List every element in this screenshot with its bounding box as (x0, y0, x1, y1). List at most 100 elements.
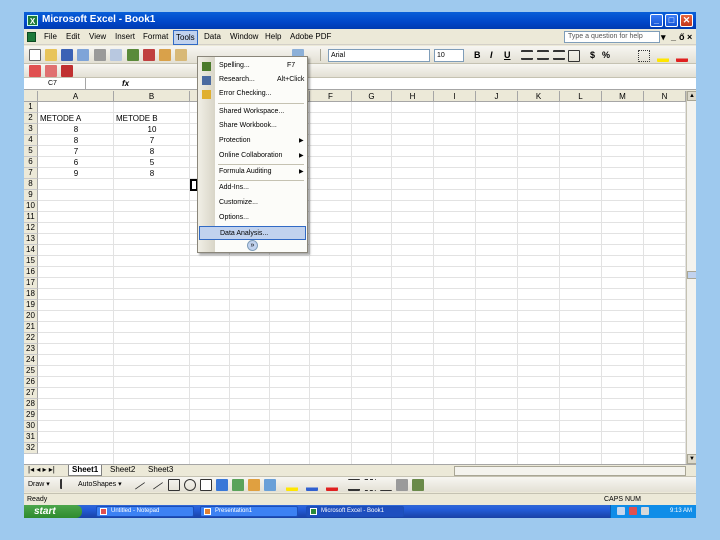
permission-icon[interactable] (77, 49, 89, 61)
menu-item-options[interactable]: Options... (199, 211, 306, 225)
print-preview-icon[interactable] (110, 49, 122, 61)
menu-item-add-ins[interactable]: Add-Ins... (199, 181, 306, 195)
row-header[interactable]: 7 (24, 168, 38, 179)
menu-item-research[interactable]: Research... Alt+Click (199, 73, 306, 87)
row-header[interactable]: 9 (24, 190, 38, 201)
arrow-icon[interactable] (148, 476, 164, 490)
font-color-icon[interactable] (676, 50, 688, 62)
row-header[interactable]: 13 (24, 234, 38, 245)
row-header[interactable]: 4 (24, 135, 38, 146)
menu-item-protection[interactable]: Protection ▶ (199, 134, 306, 148)
row-header[interactable]: 19 (24, 300, 38, 311)
column-header-h[interactable]: H (392, 91, 434, 102)
menu-item-shared-workspace[interactable]: Shared Workspace... (199, 105, 306, 119)
doc-restore-button[interactable]: ő (679, 31, 685, 43)
dash-style-icon[interactable] (364, 479, 376, 491)
cell-b5[interactable]: 5 (114, 158, 190, 167)
close-button[interactable]: ✕ (680, 14, 693, 27)
column-header-g[interactable]: G (352, 91, 392, 102)
row-header[interactable]: 25 (24, 366, 38, 377)
workbook-icon[interactable] (27, 32, 36, 42)
cell-a1[interactable]: METODE A (40, 114, 81, 123)
menu-item-customize[interactable]: Customize... (199, 196, 306, 210)
textbox-icon[interactable] (200, 479, 212, 491)
help-search-input[interactable]: Type a question for help (564, 31, 660, 43)
column-header-j[interactable]: J (476, 91, 518, 102)
cell-b1[interactable]: METODE B (116, 114, 158, 123)
menu-item-error-checking[interactable]: Error Checking... (199, 87, 306, 101)
task-excel[interactable]: Microsoft Excel - Book1 (306, 506, 404, 517)
fill-color-icon[interactable] (657, 50, 669, 62)
draw-menu-button[interactable]: Draw ▾ (28, 480, 50, 490)
clipart-icon[interactable] (248, 479, 260, 491)
row-header[interactable]: 16 (24, 267, 38, 278)
diagram-icon[interactable] (232, 479, 244, 491)
menu-tools[interactable]: Tools (173, 30, 198, 45)
menu-help[interactable]: Help (263, 31, 283, 43)
column-header-b[interactable]: B (114, 91, 190, 102)
row-header[interactable]: 32 (24, 443, 38, 454)
horizontal-scrollbar[interactable] (454, 466, 686, 476)
menu-insert[interactable]: Insert (113, 31, 137, 43)
start-button[interactable]: start (24, 505, 82, 518)
3d-style-icon[interactable] (412, 479, 424, 491)
row-header[interactable]: 11 (24, 212, 38, 223)
row-header[interactable]: 20 (24, 311, 38, 322)
spelling-icon[interactable] (127, 49, 139, 61)
copy-icon[interactable] (175, 49, 187, 61)
align-center-icon[interactable] (537, 50, 549, 60)
fill-color-draw-icon[interactable] (286, 479, 298, 491)
column-header-l[interactable]: L (560, 91, 602, 102)
cut-icon[interactable] (159, 49, 171, 61)
row-header[interactable]: 6 (24, 157, 38, 168)
column-header-m[interactable]: M (602, 91, 644, 102)
cell-a3[interactable]: 8 (38, 136, 114, 145)
row-header[interactable]: 10 (24, 201, 38, 212)
column-header-n[interactable]: N (644, 91, 686, 102)
cell-b2[interactable]: 10 (114, 125, 190, 134)
excel-app-icon[interactable]: X (27, 15, 38, 26)
merge-center-icon[interactable] (568, 50, 580, 62)
clock[interactable]: 9:13 AM (670, 506, 692, 516)
task-notepad[interactable]: Untitled - Notepad (96, 506, 194, 517)
cell-b4[interactable]: 8 (114, 147, 190, 156)
menu-window[interactable]: Window (228, 31, 260, 43)
align-left-icon[interactable] (521, 50, 533, 60)
picture-icon[interactable] (264, 479, 276, 491)
name-box[interactable]: C7 (24, 78, 86, 90)
row-header[interactable]: 17 (24, 278, 38, 289)
menu-item-data-analysis[interactable]: Data Analysis... (199, 226, 306, 240)
italic-button[interactable]: I (490, 50, 493, 61)
menu-item-formula-auditing[interactable]: Formula Auditing ▶ (199, 165, 306, 179)
cell-b3[interactable]: 7 (114, 136, 190, 145)
new-icon[interactable] (29, 49, 41, 61)
bold-button[interactable]: B (474, 50, 481, 61)
adobe-pdf-icon[interactable] (29, 65, 41, 77)
cell-b6[interactable]: 8 (114, 169, 190, 178)
line-color-icon[interactable] (306, 479, 318, 491)
menu-edit[interactable]: Edit (64, 31, 82, 43)
scroll-thumb[interactable] (687, 271, 696, 279)
task-presentation[interactable]: Presentation1 (200, 506, 298, 517)
volume-icon[interactable] (641, 507, 649, 515)
row-header[interactable]: 12 (24, 223, 38, 234)
menu-item-share-workbook[interactable]: Share Workbook... (199, 119, 306, 133)
doc-minimize-button[interactable]: _ (671, 31, 676, 43)
borders-icon[interactable] (638, 50, 650, 62)
oval-icon[interactable] (184, 479, 196, 491)
row-header[interactable]: 26 (24, 377, 38, 388)
line-style-icon[interactable] (348, 479, 360, 491)
wordart-icon[interactable] (216, 479, 228, 491)
arrow-style-icon[interactable] (380, 479, 392, 491)
menu-item-online-collaboration[interactable]: Online Collaboration ▶ (199, 149, 306, 163)
row-header[interactable]: 3 (24, 124, 38, 135)
align-right-icon[interactable] (553, 50, 565, 60)
cell-a2[interactable]: 8 (38, 125, 114, 134)
menu-adobe-pdf[interactable]: Adobe PDF (288, 31, 333, 43)
row-header[interactable]: 22 (24, 333, 38, 344)
row-header[interactable]: 21 (24, 322, 38, 333)
font-color-draw-icon[interactable] (326, 479, 338, 491)
select-all-corner[interactable] (24, 91, 38, 102)
shadow-style-icon[interactable] (396, 479, 408, 491)
minimize-button[interactable]: _ (650, 14, 663, 27)
